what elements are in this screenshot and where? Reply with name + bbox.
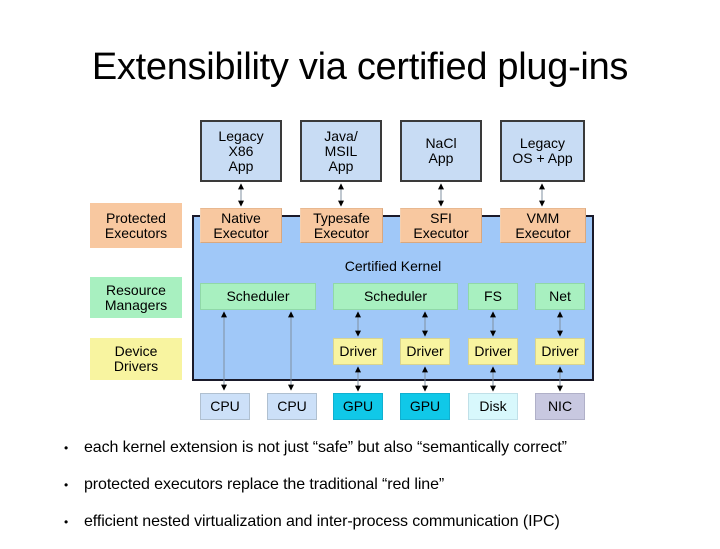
bullet-text: efficient nested virtualization and inte… xyxy=(84,513,560,530)
bullet-text: protected executors replace the traditio… xyxy=(84,476,445,493)
bullet-list: • each kernel extension is not just “saf… xyxy=(64,438,704,549)
bullet-dot: • xyxy=(64,441,69,455)
bullet-item: • each kernel extension is not just “saf… xyxy=(64,438,704,458)
bullet-text: each kernel extension is not just “safe”… xyxy=(84,439,567,456)
bullet-dot: • xyxy=(64,478,69,492)
bullet-item: • protected executors replace the tradit… xyxy=(64,475,704,495)
bullet-dot: • xyxy=(64,515,69,529)
bullet-item: • efficient nested virtualization and in… xyxy=(64,512,704,532)
